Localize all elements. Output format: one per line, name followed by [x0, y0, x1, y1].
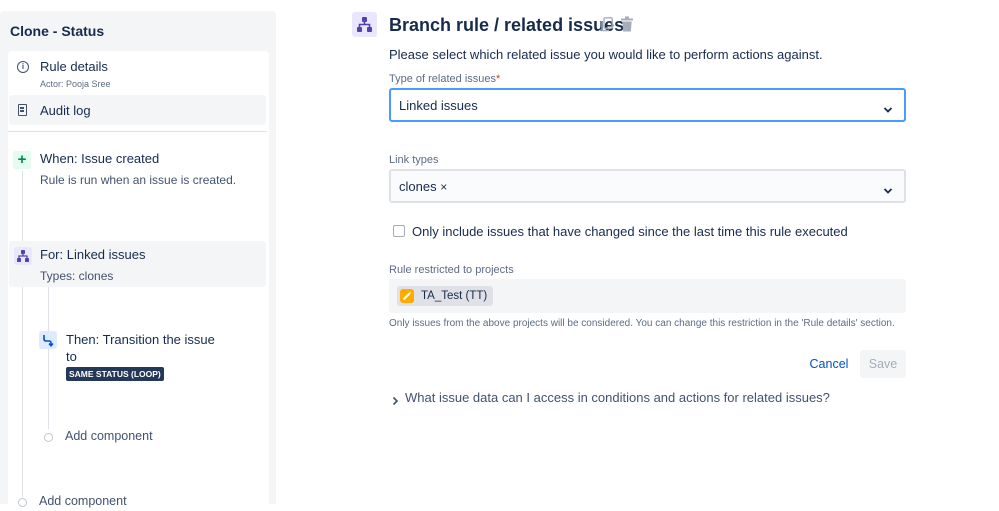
faq-label: What issue data can I access in conditio…	[405, 390, 830, 405]
rule-component-list: i Rule details Actor: Pooja Sree Audit l…	[8, 51, 269, 511]
branch-icon	[352, 12, 377, 37]
save-button[interactable]: Save	[860, 350, 906, 378]
cancel-button[interactable]: Cancel	[803, 350, 855, 378]
projects-field: TA_Test (TT)	[389, 279, 906, 313]
link-type-value: clones	[399, 179, 437, 194]
plus-icon: +	[13, 151, 31, 169]
changed-issues-checkbox[interactable]	[393, 225, 405, 237]
branch-description: Types: clones	[40, 269, 114, 283]
branch-component[interactable]: For: Linked issues Types: clones	[9, 241, 266, 287]
link-types-label: Link types	[389, 154, 439, 166]
required-mark: *	[496, 73, 501, 85]
trigger-label: When: Issue created	[40, 151, 160, 166]
rule-sidebar: Clone - Status i Rule details Actor: Poo…	[0, 11, 276, 511]
projects-label: Rule restricted to projects	[389, 264, 514, 276]
rule-name: Clone - Status	[10, 23, 105, 39]
status-badge: SAME STATUS (LOOP)	[66, 367, 164, 381]
trigger-description: Rule is run when an issue is created.	[40, 173, 237, 187]
rule-details-label: Rule details	[40, 59, 108, 74]
chevron-down-icon	[883, 182, 893, 194]
related-issue-type-value: Linked issues	[399, 98, 478, 113]
info-icon: i	[17, 61, 29, 73]
trigger-component[interactable]: + When: Issue created Rule is run when a…	[8, 147, 267, 207]
document-icon	[18, 104, 27, 116]
copy-icon[interactable]	[601, 17, 613, 32]
rule-actor: Actor: Pooja Sree	[40, 79, 111, 89]
link-type-tag[interactable]: clones ×	[399, 179, 447, 194]
projects-help-text: Only issues from the above projects will…	[389, 318, 895, 329]
chevron-down-icon	[883, 101, 893, 113]
project-chip: TA_Test (TT)	[397, 286, 494, 306]
action-component[interactable]: Then: Transition the issue to SAME STATU…	[36, 327, 226, 387]
type-field-label: Type of related issues*	[389, 73, 500, 85]
trash-icon[interactable]	[620, 16, 634, 32]
panel-intro: Please select which related issue you wo…	[389, 47, 823, 62]
panel-title: Branch rule / related issues	[389, 15, 625, 35]
audit-log-item[interactable]: Audit log	[9, 95, 266, 125]
action-label: Then: Transition the issue to	[66, 332, 215, 364]
project-name: TA_Test (TT)	[421, 290, 488, 302]
audit-log-label: Audit log	[40, 103, 91, 118]
transition-icon	[39, 331, 57, 349]
branch-label: For: Linked issues	[40, 247, 146, 262]
type-field-label-text: Type of related issues	[389, 73, 497, 85]
link-types-select[interactable]: clones ×	[389, 169, 906, 203]
related-issue-type-select[interactable]: Linked issues	[389, 88, 906, 122]
connector-line	[22, 171, 23, 241]
add-dot-icon	[18, 498, 27, 507]
branch-icon	[14, 247, 32, 265]
add-component-label: Add component	[39, 494, 127, 508]
remove-tag-icon[interactable]: ×	[440, 180, 447, 194]
chevron-right-icon	[392, 393, 399, 406]
project-icon	[400, 289, 414, 303]
connector-line	[22, 287, 23, 497]
divider	[8, 131, 267, 132]
add-dot-icon	[44, 433, 53, 442]
changed-issues-label: Only include issues that have changed si…	[412, 224, 848, 239]
add-component-label: Add component	[65, 429, 153, 443]
